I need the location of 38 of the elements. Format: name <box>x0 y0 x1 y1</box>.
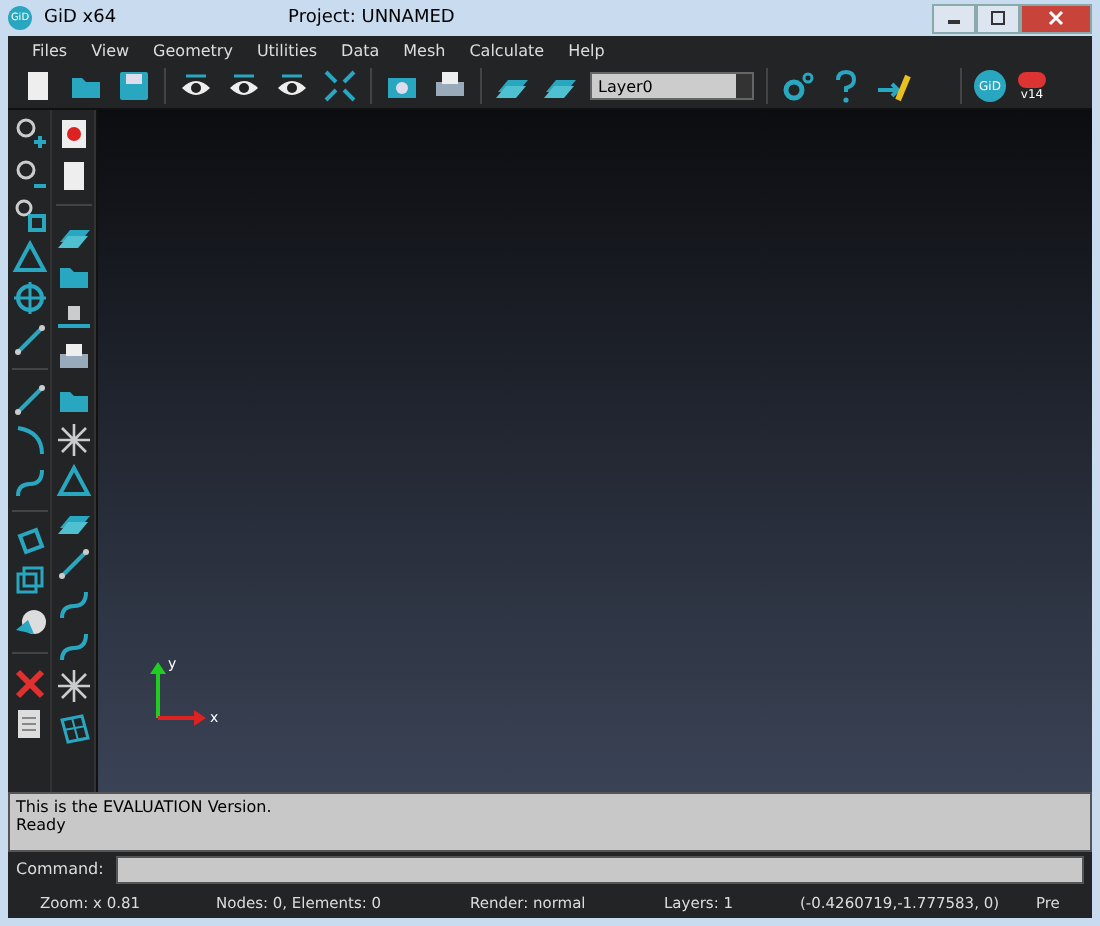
line-icon[interactable] <box>11 381 47 417</box>
cube-icon[interactable] <box>11 564 47 600</box>
curve-icon[interactable] <box>55 586 91 622</box>
menu-item[interactable]: Calculate <box>457 41 557 59</box>
close-button[interactable] <box>1020 3 1092 33</box>
window-title: GiD x64 <box>44 8 117 28</box>
project-title: Project: UNNAMED <box>288 8 455 28</box>
message-line: This is the EVALUATION Version. <box>16 798 274 816</box>
close-icon <box>1048 10 1064 26</box>
maximize-button[interactable] <box>976 3 1020 33</box>
message-line: Ready <box>16 816 68 834</box>
triangle-icon[interactable] <box>55 463 91 499</box>
move-icon[interactable] <box>11 280 47 316</box>
zoom-frame-icon[interactable] <box>11 198 47 234</box>
menu-item[interactable]: Mesh <box>391 41 458 59</box>
node-icon[interactable] <box>55 422 91 458</box>
save-icon[interactable] <box>116 68 152 104</box>
line-icon[interactable] <box>11 321 47 357</box>
expand-icon[interactable] <box>322 68 358 104</box>
menu-item[interactable]: Files <box>20 41 80 59</box>
command-input[interactable] <box>115 855 1084 883</box>
mesh-icon[interactable] <box>55 709 91 745</box>
settings-icon[interactable] <box>780 68 816 104</box>
node-icon[interactable] <box>55 668 91 704</box>
layer-dropdown[interactable]: Layer0 <box>590 72 754 100</box>
menu-item[interactable]: View <box>79 41 142 59</box>
zoom-in-icon[interactable] <box>11 116 47 152</box>
menu-item[interactable]: Utilities <box>244 41 330 59</box>
zoom-out-icon[interactable] <box>11 157 47 193</box>
line-icon[interactable] <box>55 545 91 581</box>
minimize-button[interactable] <box>932 3 976 33</box>
delete-icon[interactable] <box>11 665 47 701</box>
menu-item[interactable]: Data <box>329 41 392 59</box>
menu-item[interactable]: Geometry <box>141 41 245 59</box>
menu-item[interactable]: Help <box>556 41 617 59</box>
triangle-icon[interactable] <box>11 239 47 275</box>
maximize-icon <box>990 10 1006 26</box>
command-label: Command: <box>16 860 104 878</box>
